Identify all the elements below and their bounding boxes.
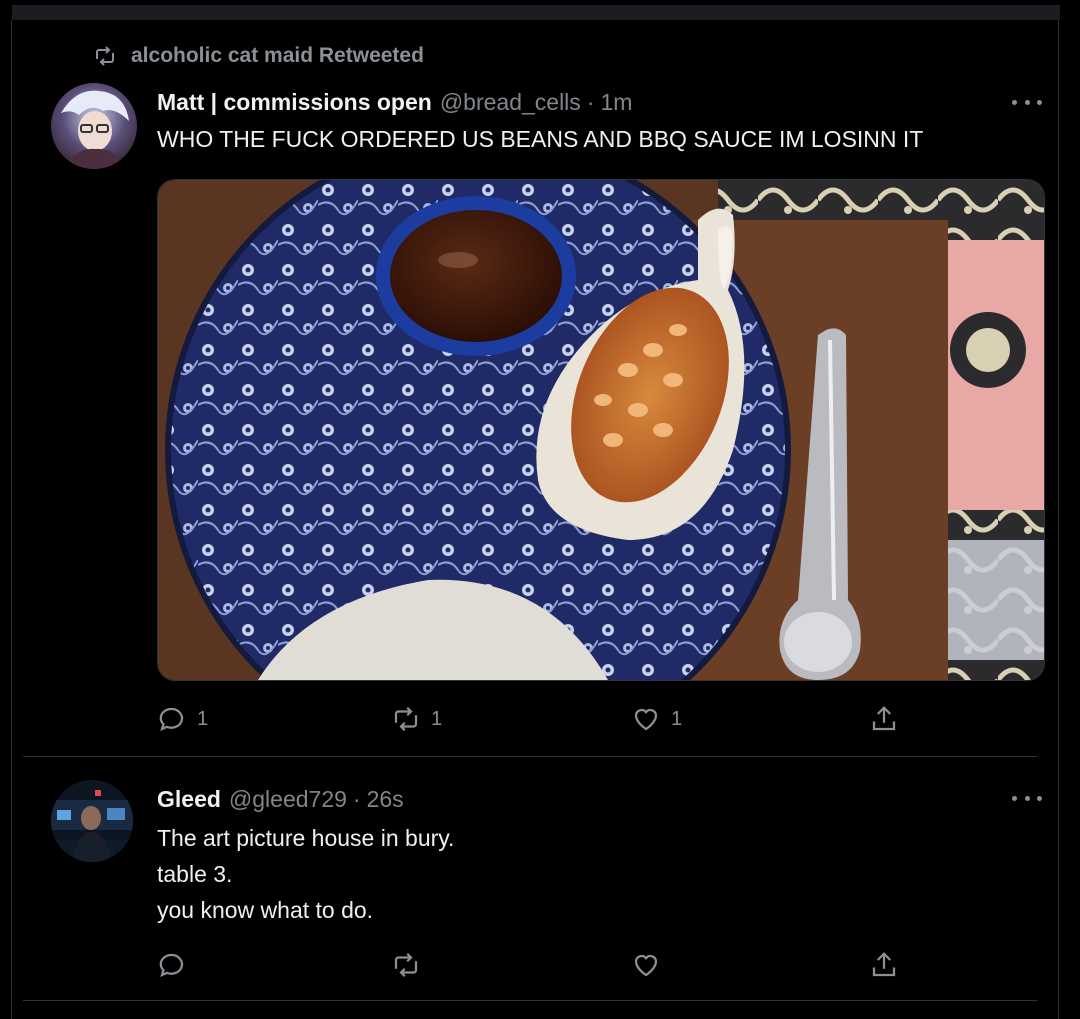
- reply-button[interactable]: [157, 950, 187, 980]
- more-icon[interactable]: [1012, 96, 1042, 108]
- timeline: alcoholic cat maid Retweeted Matt | comm…: [11, 20, 1059, 1019]
- tweet-text-line: you know what to do.: [157, 897, 374, 923]
- retweet-button[interactable]: [391, 950, 421, 980]
- tweet-text-line: table 3.: [157, 861, 233, 887]
- share-icon: [872, 706, 896, 731]
- tweet-retweeted[interactable]: alcoholic cat maid Retweeted Matt | comm…: [23, 20, 1045, 757]
- share-icon: [872, 952, 896, 977]
- timestamp[interactable]: 1m: [600, 89, 632, 116]
- retweet-banner: alcoholic cat maid Retweeted: [93, 44, 424, 68]
- separator: ·: [586, 89, 595, 115]
- heart-icon: [634, 954, 658, 977]
- retweet-icon: [394, 952, 418, 978]
- avatar[interactable]: [51, 83, 137, 169]
- more-icon[interactable]: [1012, 792, 1042, 804]
- retweet-count: 1: [431, 707, 443, 730]
- tweet-text: The art picture house in bury. table 3. …: [157, 820, 454, 928]
- like-button[interactable]: [631, 950, 661, 980]
- tweet-text: WHO THE FUCK ORDERED US BEANS AND BBQ SA…: [157, 126, 924, 152]
- like-count: 1: [671, 707, 683, 730]
- reply-icon: [159, 953, 184, 977]
- retweet-icon: [96, 46, 114, 66]
- tweet-header: Matt | commissions open @bread_cells · 1…: [157, 89, 632, 116]
- like-button[interactable]: 1: [631, 704, 682, 734]
- reply-icon: [159, 707, 184, 731]
- tweet-photo[interactable]: [157, 179, 1045, 681]
- retweet-button[interactable]: 1: [391, 704, 442, 734]
- reply-count: 1: [197, 707, 209, 730]
- share-button[interactable]: [869, 704, 899, 734]
- tweet-text-line: The art picture house in bury.: [157, 825, 455, 851]
- author-name[interactable]: Matt | commissions open: [157, 89, 432, 116]
- avatar[interactable]: [51, 780, 133, 862]
- author-handle[interactable]: @gleed729: [229, 786, 347, 813]
- tweet-reply[interactable]: Gleed @gleed729 · 26s The art picture ho…: [23, 756, 1042, 1001]
- top-scroll-bar: [12, 5, 1060, 20]
- share-button[interactable]: [869, 950, 899, 980]
- tweet-header: Gleed @gleed729 · 26s: [157, 786, 404, 813]
- retweet-banner-text: alcoholic cat maid Retweeted: [131, 44, 424, 67]
- author-handle[interactable]: @bread_cells: [440, 89, 581, 116]
- author-name[interactable]: Gleed: [157, 786, 221, 813]
- reply-button[interactable]: 1: [157, 704, 208, 734]
- separator: ·: [352, 786, 361, 812]
- timestamp[interactable]: 26s: [367, 786, 404, 813]
- heart-icon: [634, 708, 658, 731]
- retweet-icon: [394, 706, 418, 732]
